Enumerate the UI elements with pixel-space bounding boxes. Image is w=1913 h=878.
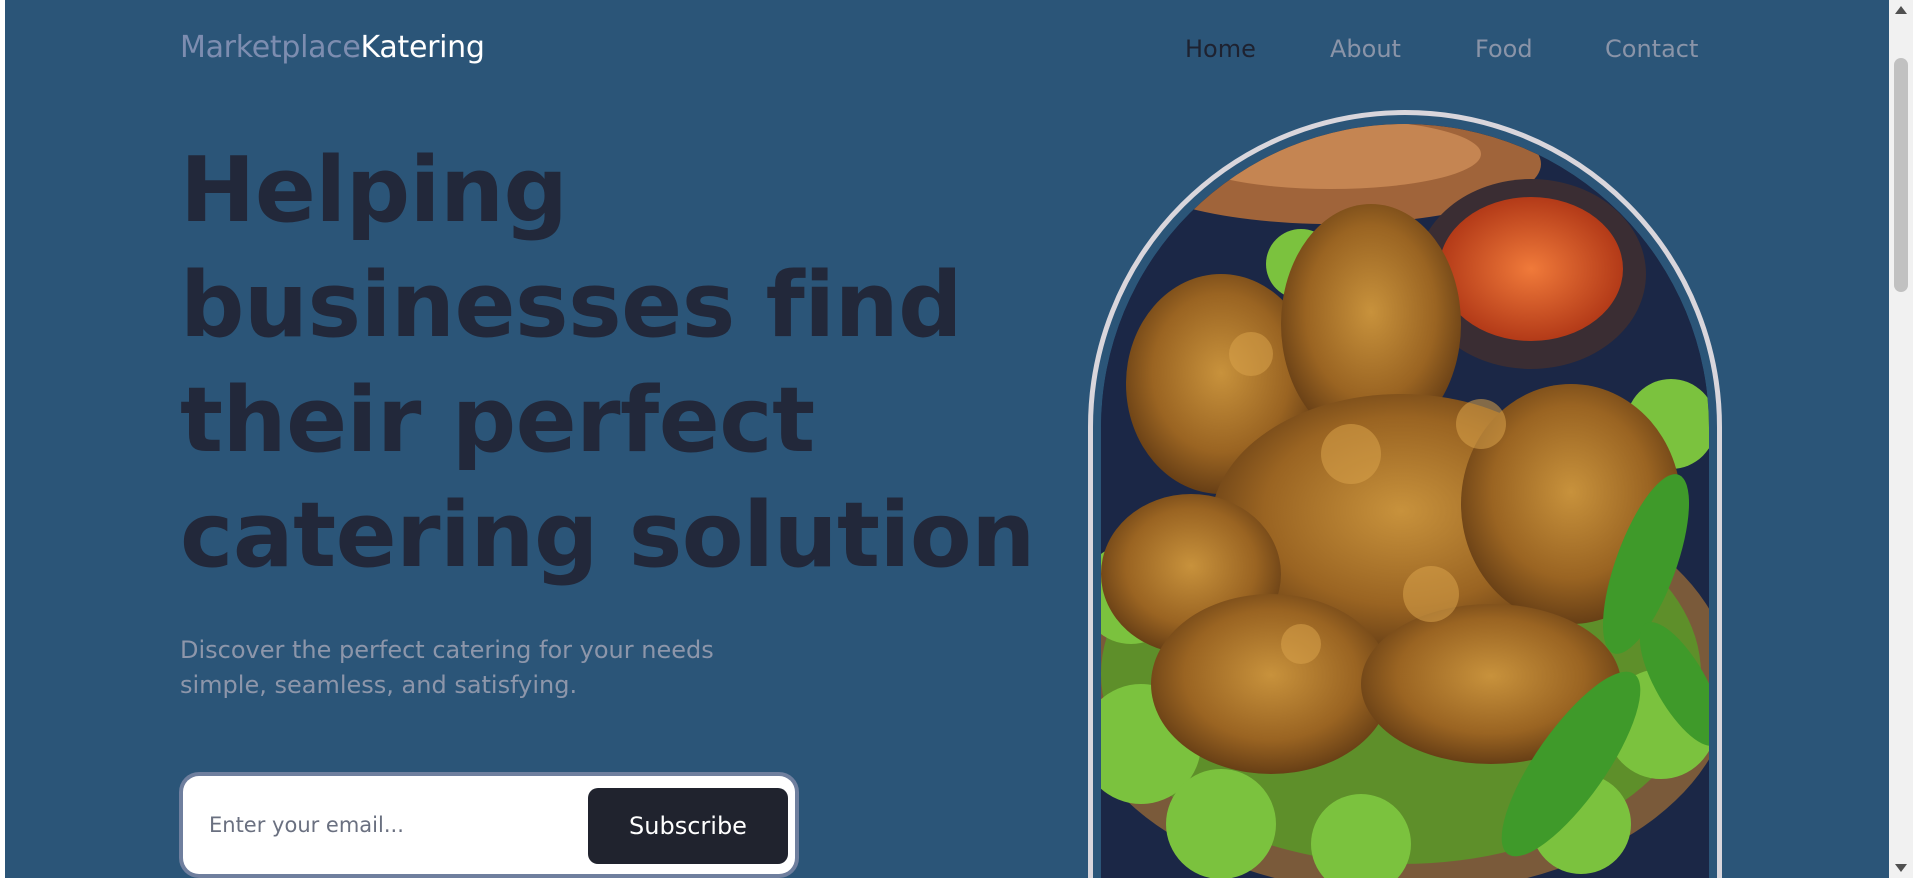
hero-title-line: catering solution <box>180 483 1035 588</box>
hero-title-line: businesses find <box>180 253 963 358</box>
scrollbar-thumb[interactable] <box>1894 58 1908 292</box>
hero-subtitle: Discover the perfect catering for your n… <box>180 633 800 703</box>
fried-chicken-illustration <box>1101 124 1709 878</box>
subscribe-button[interactable]: Subscribe <box>588 788 788 864</box>
hero-title-line: their perfect <box>180 368 815 473</box>
scroll-up-arrow-icon[interactable] <box>1895 6 1907 14</box>
hero-subtitle-line: Discover the perfect catering for your n… <box>180 636 714 664</box>
subscribe-form: Subscribe <box>183 776 795 874</box>
hero-food-image <box>1101 124 1709 878</box>
nav-home-link[interactable]: Home <box>1185 35 1256 63</box>
nav-contact-link[interactable]: Contact <box>1605 35 1698 63</box>
page: MarketplaceKatering Home About Food Cont… <box>5 0 1889 878</box>
nav-about-link[interactable]: About <box>1330 35 1401 63</box>
main-nav: Home About Food Contact <box>5 35 1889 65</box>
scroll-down-arrow-icon[interactable] <box>1895 864 1907 872</box>
hero-title: Helping businesses find their perfect ca… <box>180 133 1060 593</box>
page-scrollbar[interactable] <box>1889 0 1913 878</box>
email-input[interactable] <box>207 804 551 846</box>
hero-subtitle-line: simple, seamless, and satisfying. <box>180 671 578 699</box>
nav-food-link[interactable]: Food <box>1475 35 1533 63</box>
hero-title-line: Helping <box>180 138 568 243</box>
